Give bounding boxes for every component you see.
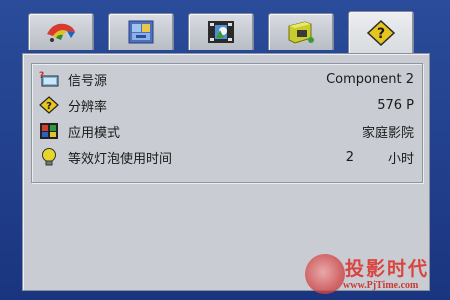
setup-icon [288, 21, 314, 44]
svg-text:?: ? [377, 26, 385, 42]
watermark-url: www.PjTime.com [343, 280, 419, 291]
info-label: 信号源 [68, 73, 108, 89]
info-label: 分辨率 [68, 99, 108, 115]
watermark-name: 投影时代 [345, 258, 430, 280]
application-mode-icon [38, 121, 60, 141]
info-row-signal-source: ? 信号源 Component 2 [38, 67, 414, 91]
info-row-lamp-hours: 等效灯泡使用时间 2 小时 [38, 145, 414, 169]
info-value: 家庭影院 [361, 125, 414, 141]
watermark-logo [305, 254, 345, 294]
info-label: 等效灯泡使用时间 [68, 151, 173, 167]
information-list: ? 信号源 Component 2 ? 分辨率 576 P [31, 63, 423, 183]
lamp-hours-icon [38, 147, 60, 167]
image-settings-icon [128, 20, 154, 44]
info-row-resolution: ? 分辨率 576 P [38, 93, 414, 117]
info-value: Component 2 [326, 71, 414, 87]
resolution-icon: ? [38, 95, 60, 115]
info-label: 应用模式 [68, 125, 121, 141]
info-value: 2 [345, 149, 354, 165]
info-value: 576 P [377, 97, 414, 113]
color-adjust-icon [47, 23, 75, 42]
osd-screen: ? ? 信号源 Component 2 [0, 0, 450, 300]
info-unit: 小时 [387, 151, 414, 167]
tab-setup[interactable] [268, 13, 334, 50]
tab-video-settings[interactable] [188, 13, 254, 50]
tab-image-settings[interactable] [108, 13, 174, 50]
video-settings-icon [208, 21, 234, 43]
info-row-application-mode: 应用模式 家庭影院 [38, 119, 414, 143]
watermark: 投影时代 www.PjTime.com [305, 250, 445, 298]
signal-source-icon: ? [38, 69, 60, 89]
tab-color-adjust[interactable] [28, 13, 94, 50]
menu-tab-bar: ? [22, 8, 430, 54]
tab-information[interactable]: ? [348, 11, 414, 54]
svg-text:?: ? [46, 101, 52, 112]
information-icon: ? [366, 19, 396, 47]
